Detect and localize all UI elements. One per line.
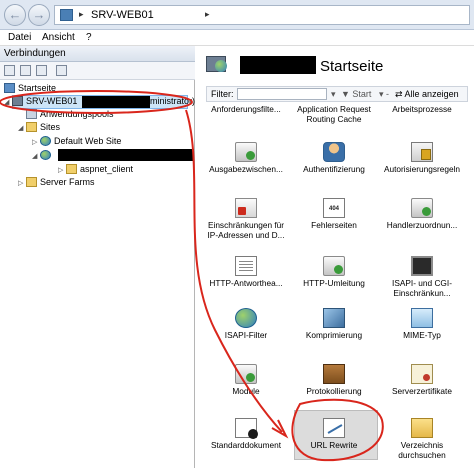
logging-icon (323, 364, 345, 384)
redaction-bar (82, 96, 150, 108)
feature-worker-processes[interactable]: Arbeitsprozesse (378, 104, 466, 114)
menu-datei[interactable]: Datei (8, 32, 31, 43)
connections-header: Verbindungen (0, 46, 195, 62)
connect-icon[interactable] (4, 65, 15, 76)
feature-modules[interactable]: Module (202, 364, 290, 396)
tree-item-aspnet-client[interactable]: ▷ aspnet_client (58, 164, 133, 177)
feature-isapi-filter[interactable]: ISAPI-Filter (202, 308, 290, 340)
modules-icon (235, 364, 257, 384)
tree-item-default-site[interactable]: ▷ Default Web Site (32, 136, 121, 149)
expand-icon[interactable]: ▷ (18, 179, 26, 187)
expand-icon[interactable]: ▷ (58, 166, 66, 174)
url-rewrite-icon (323, 418, 345, 438)
mime-type-icon (411, 308, 433, 328)
forward-arrow-icon[interactable]: → (28, 4, 50, 26)
authorization-icon (411, 142, 433, 162)
redaction-bar (58, 149, 194, 161)
output-cache-icon (235, 142, 257, 162)
filter-label: Filter: (211, 89, 234, 99)
tree-item-app-pools[interactable]: Anwendungspools (26, 109, 114, 122)
collapse-icon[interactable]: ◢ (32, 152, 40, 160)
feature-authorization-rules[interactable]: Autorisierungsregeln (378, 142, 466, 174)
menu-ansicht[interactable]: Ansicht (42, 32, 75, 43)
isapi-filter-icon (235, 308, 257, 328)
start-button[interactable]: ▼ Start (341, 89, 371, 99)
back-arrow-icon[interactable]: ← (4, 4, 26, 26)
show-all-button[interactable]: ⇄ Alle anzeigen (395, 89, 459, 100)
home-icon (4, 83, 15, 93)
tree-item-site-redacted[interactable]: ◢ (32, 150, 54, 163)
http-redirect-icon (323, 256, 345, 276)
folder-icon (26, 177, 37, 187)
feature-output-caching[interactable]: Ausgabezwischen... (202, 142, 290, 174)
default-document-icon (235, 418, 258, 439)
server-home-pane: Startseite Filter: ▾ ▼ Start ▾ - ⇄ Alle … (198, 46, 474, 468)
filter-dropdown-icon[interactable]: ▾ (331, 89, 336, 100)
tree-item-server-suffix: ministrator) (150, 96, 196, 106)
isapi-cgi-icon (411, 256, 433, 276)
feature-url-rewrite[interactable]: URL Rewrite (290, 418, 378, 450)
tree-item-server-farms[interactable]: ▷ Server Farms (18, 177, 95, 190)
up-icon[interactable] (36, 65, 47, 76)
feature-error-pages[interactable]: 404 Fehlerseiten (290, 198, 378, 230)
connections-toolbar (0, 62, 195, 80)
feature-compression[interactable]: Komprimierung (290, 308, 378, 340)
authentication-icon (323, 142, 345, 162)
disconnect-icon[interactable] (56, 65, 67, 76)
save-icon[interactable] (20, 65, 31, 76)
globe-icon (40, 136, 51, 146)
address-box[interactable]: ▸ SRV-WEB01 ▸ (54, 5, 470, 25)
server-certificates-icon (411, 364, 433, 384)
breadcrumb-separator: ▸ (79, 9, 84, 19)
menu-help[interactable]: ? (86, 32, 92, 43)
collapse-icon[interactable]: ◢ (4, 98, 12, 106)
expand-icon[interactable]: ▷ (32, 138, 40, 146)
compression-icon (323, 308, 345, 328)
http-response-headers-icon (235, 256, 257, 276)
feature-arr-cache[interactable]: Application Request Routing Cache (290, 104, 378, 124)
feature-handler-mappings[interactable]: Handlerzuordnun... (378, 198, 466, 230)
divider-icon: ▾ - (379, 89, 390, 99)
feature-http-response-headers[interactable]: HTTP-Antwortheа... (202, 256, 290, 288)
feature-mime-types[interactable]: MIME-Typ (378, 308, 466, 340)
tree-item-server[interactable]: ◢ SRV-WEB01 (4, 96, 77, 109)
feature-http-redirect[interactable]: HTTP-Umleitung (290, 256, 378, 288)
server-icon (12, 96, 23, 106)
error-pages-icon: 404 (323, 198, 345, 218)
feature-logging[interactable]: Protokollierung (290, 364, 378, 396)
breadcrumb-chevron[interactable]: ▸ (205, 9, 210, 20)
server-icon (206, 56, 227, 72)
connections-pane: Verbindungen Startseite ◢ SRV-WEB01 minis… (0, 46, 195, 468)
folder-icon (66, 164, 77, 174)
directory-browsing-icon (411, 418, 433, 438)
feature-isapi-cgi[interactable]: ISAPI- und CGI-Einschränkun... (378, 256, 466, 298)
feature-server-certificates[interactable]: Serverzertifikate (378, 364, 466, 396)
handler-mappings-icon (411, 198, 433, 218)
feature-directory-browsing[interactable]: Verzeichnis durchsuchen (378, 418, 466, 460)
tree-item-sites[interactable]: ◢ Sites (18, 122, 60, 135)
redaction-bar (240, 56, 316, 74)
feature-default-document[interactable]: Standarddokument (202, 418, 290, 450)
menu-bar: Datei Ansicht ? (0, 30, 474, 46)
feature-ip-restrictions[interactable]: Einschränkungen für IP-Adressen und D... (202, 198, 290, 240)
page-title: Startseite (320, 58, 384, 75)
filter-input[interactable] (237, 88, 327, 100)
address-bar: ← → ▸ SRV-WEB01 ▸ (0, 0, 474, 30)
ip-restrictions-icon (235, 198, 257, 218)
server-icon (60, 9, 73, 21)
folder-icon (26, 122, 37, 132)
feature-authentication[interactable]: Authentifizierung (290, 142, 378, 174)
collapse-icon[interactable]: ◢ (18, 124, 26, 132)
breadcrumb-server[interactable]: SRV-WEB01 (91, 9, 154, 21)
filter-bar: Filter: ▾ ▼ Start ▾ - ⇄ Alle anzeigen (206, 86, 468, 102)
globe-icon (40, 150, 51, 160)
feature-request-filtering[interactable]: Anforderungsfilte... (202, 104, 290, 114)
app-pool-icon (26, 109, 37, 119)
